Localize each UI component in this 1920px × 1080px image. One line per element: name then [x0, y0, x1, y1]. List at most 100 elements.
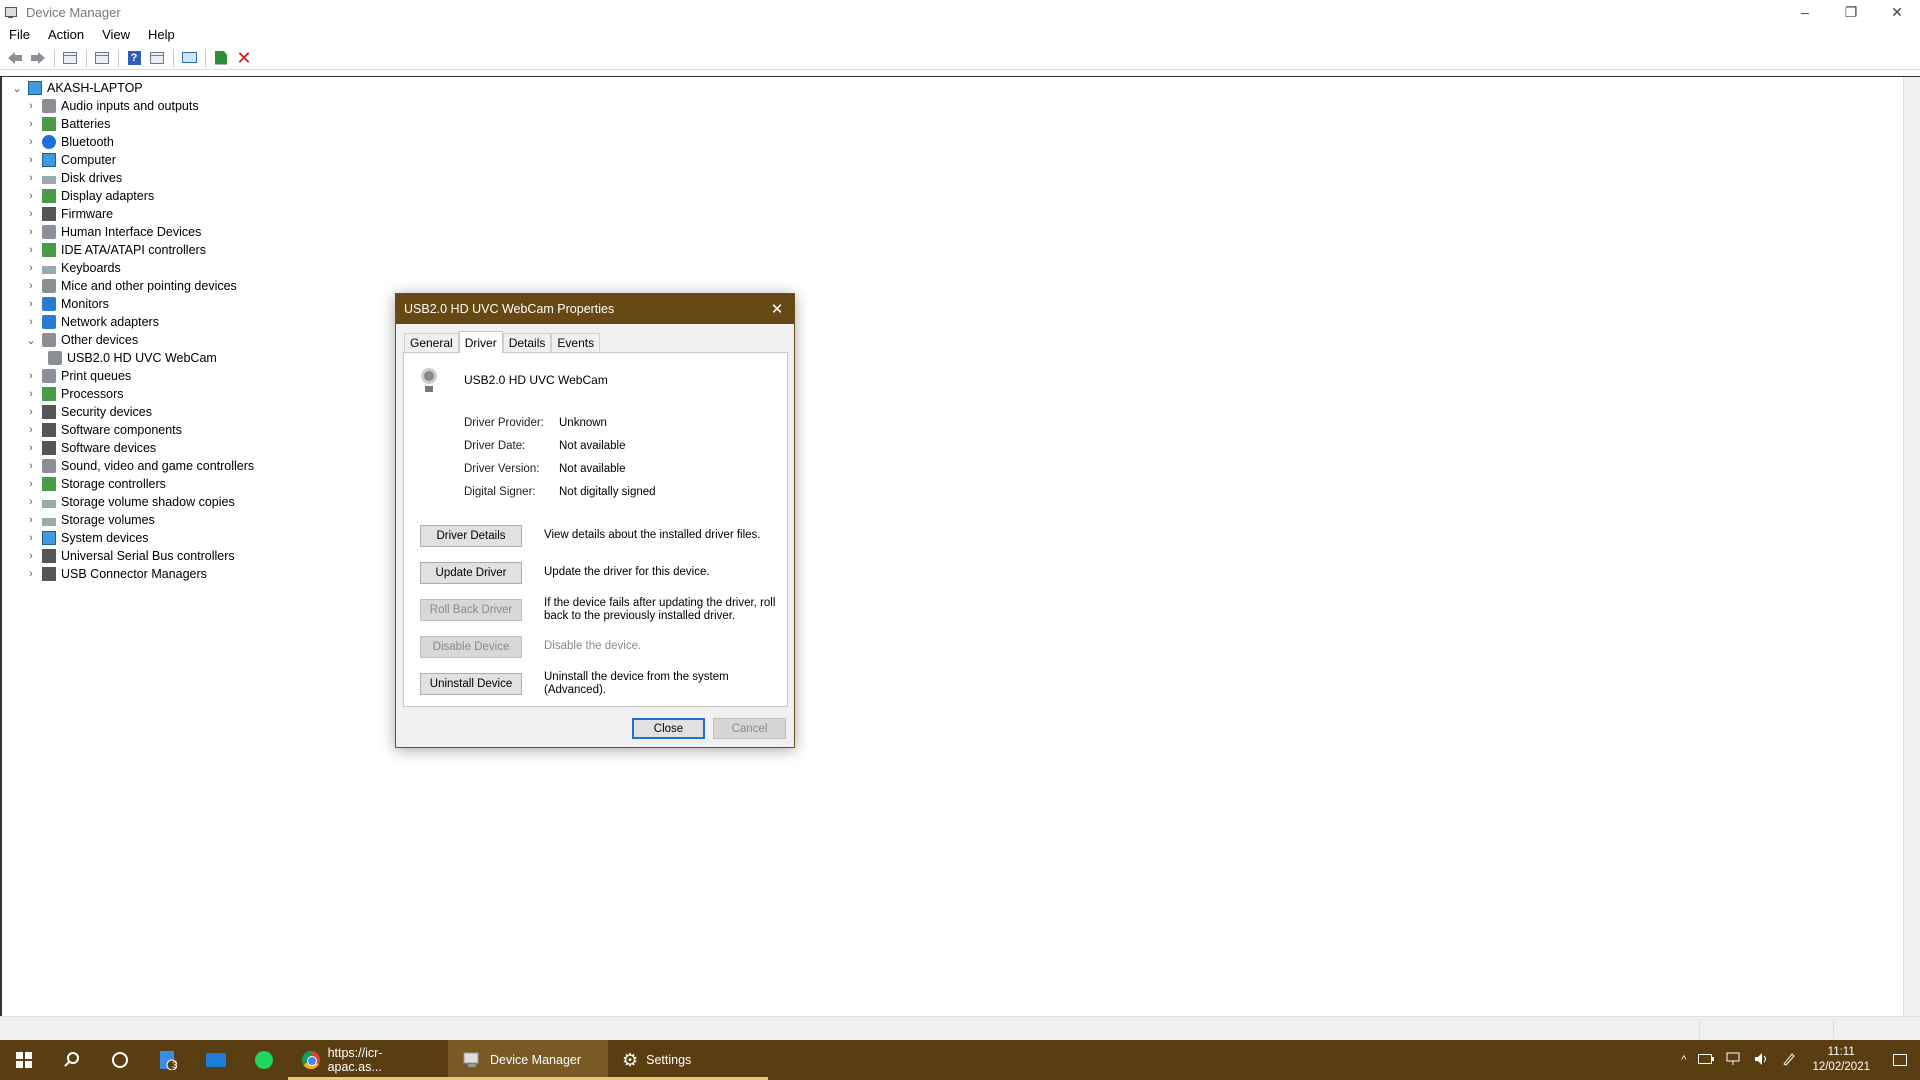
chevron-right-icon[interactable]: ›	[24, 208, 38, 220]
action-pane-button[interactable]	[146, 47, 168, 69]
scan-hardware-button[interactable]	[178, 47, 200, 69]
chevron-right-icon[interactable]: ›	[24, 514, 38, 526]
chevron-down-icon[interactable]: ⌄	[10, 82, 24, 95]
dialog-close-icon[interactable]: ✕	[760, 294, 794, 324]
chevron-right-icon[interactable]: ›	[24, 118, 38, 130]
chevron-right-icon[interactable]: ›	[24, 388, 38, 400]
tab-general[interactable]: General	[404, 333, 459, 352]
start-button[interactable]	[0, 1040, 48, 1080]
tree-category[interactable]: › Bluetooth	[10, 133, 254, 151]
tree-category[interactable]: › Keyboards	[10, 259, 254, 277]
menu-file[interactable]: File	[0, 27, 39, 42]
tree-category[interactable]: › Storage volumes	[10, 511, 254, 529]
tree-child-item[interactable]: USB2.0 HD UVC WebCam	[10, 349, 254, 367]
tree-category[interactable]: › Universal Serial Bus controllers	[10, 547, 254, 565]
chevron-right-icon[interactable]: ›	[24, 172, 38, 184]
chevron-right-icon[interactable]: ›	[24, 316, 38, 328]
chevron-right-icon[interactable]: ›	[24, 550, 38, 562]
restore-button[interactable]: ❐	[1828, 0, 1874, 24]
tree-category[interactable]: › Network adapters	[10, 313, 254, 331]
taskbar-app-store[interactable]: 3	[144, 1040, 192, 1080]
chevron-right-icon[interactable]: ›	[24, 100, 38, 112]
tree-category[interactable]: › USB Connector Managers	[10, 565, 254, 583]
tree-category[interactable]: › Print queues	[10, 367, 254, 385]
add-driver-button[interactable]	[210, 47, 232, 69]
chevron-right-icon[interactable]: ›	[24, 244, 38, 256]
chevron-right-icon[interactable]: ›	[24, 442, 38, 454]
chevron-right-icon[interactable]: ›	[24, 136, 38, 148]
action-center-button[interactable]	[1880, 1040, 1920, 1080]
close-button[interactable]: Close	[632, 718, 705, 739]
tree-category[interactable]: › Software components	[10, 421, 254, 439]
forward-button[interactable]	[27, 47, 49, 69]
taskbar-settings[interactable]: ⚙ Settings	[608, 1040, 768, 1080]
vertical-scrollbar[interactable]	[1903, 77, 1920, 1017]
chevron-right-icon[interactable]: ›	[24, 190, 38, 202]
minimize-button[interactable]: –	[1782, 0, 1828, 24]
chevron-right-icon[interactable]: ›	[24, 298, 38, 310]
tree-category[interactable]: › Mice and other pointing devices	[10, 277, 254, 295]
pen-tray-icon[interactable]	[1776, 1052, 1802, 1069]
tree-category[interactable]: › Audio inputs and outputs	[10, 97, 254, 115]
tab-driver[interactable]: Driver	[458, 331, 503, 353]
tree-category[interactable]: › System devices	[10, 529, 254, 547]
chevron-right-icon[interactable]: ›	[24, 280, 38, 292]
chevron-right-icon[interactable]: ›	[24, 154, 38, 166]
taskbar-device-manager[interactable]: Device Manager	[448, 1040, 608, 1080]
tab-details[interactable]: Details	[502, 333, 552, 352]
roll-back-driver-button[interactable]: Roll Back Driver	[420, 598, 522, 621]
volume-tray-icon[interactable]	[1748, 1052, 1776, 1069]
chevron-right-icon[interactable]: ›	[24, 406, 38, 418]
chevron-right-icon[interactable]: ›	[24, 478, 38, 490]
tree-category[interactable]: › Sound, video and game controllers	[10, 457, 254, 475]
uninstall-device-button[interactable]: Uninstall Device	[420, 672, 522, 695]
taskbar-spotify[interactable]	[240, 1040, 288, 1080]
close-window-button[interactable]: ✕	[1874, 0, 1920, 24]
help-button[interactable]: ?	[123, 47, 145, 69]
show-hide-console-tree-button[interactable]	[59, 47, 81, 69]
back-button[interactable]	[4, 47, 26, 69]
chevron-down-icon[interactable]: ⌄	[24, 334, 38, 347]
tree-category[interactable]: › IDE ATA/ATAPI controllers	[10, 241, 254, 259]
clock[interactable]: 11:11 12/02/2021	[1802, 1045, 1880, 1075]
search-button[interactable]	[48, 1040, 96, 1080]
chevron-right-icon[interactable]: ›	[24, 424, 38, 436]
chevron-right-icon[interactable]: ›	[24, 262, 38, 274]
chevron-right-icon[interactable]: ›	[24, 532, 38, 544]
chevron-right-icon[interactable]: ›	[24, 568, 38, 580]
disable-device-button[interactable]: Disable Device	[420, 635, 522, 658]
tree-category[interactable]: › Storage volume shadow copies	[10, 493, 254, 511]
menu-view[interactable]: View	[93, 27, 139, 42]
chevron-right-icon[interactable]: ›	[24, 226, 38, 238]
menu-action[interactable]: Action	[39, 27, 93, 42]
taskbar-mail[interactable]	[192, 1040, 240, 1080]
tree-category[interactable]: › Monitors	[10, 295, 254, 313]
tree-category[interactable]: › Batteries	[10, 115, 254, 133]
tree-category[interactable]: › Software devices	[10, 439, 254, 457]
driver-details-button[interactable]: Driver Details	[420, 524, 522, 547]
network-tray-icon[interactable]	[1720, 1052, 1748, 1069]
tree-category[interactable]: › Disk drives	[10, 169, 254, 187]
tree-category[interactable]: ⌄ Other devices	[10, 331, 254, 349]
chevron-right-icon[interactable]: ›	[24, 460, 38, 472]
cancel-button[interactable]: Cancel	[713, 718, 786, 739]
tree-category[interactable]: › Human Interface Devices	[10, 223, 254, 241]
tree-category[interactable]: › Firmware	[10, 205, 254, 223]
update-driver-button[interactable]: Update Driver	[420, 561, 522, 584]
tree-category[interactable]: › Display adapters	[10, 187, 254, 205]
tree-category[interactable]: › Computer	[10, 151, 254, 169]
chevron-right-icon[interactable]: ›	[24, 496, 38, 508]
taskbar-chrome[interactable]: https://icr-apac.as...	[288, 1040, 448, 1080]
uninstall-device-toolbar-button[interactable]: ✕	[233, 47, 255, 69]
menu-help[interactable]: Help	[139, 27, 184, 42]
tree-category[interactable]: › Storage controllers	[10, 475, 254, 493]
tray-chevron-up-icon[interactable]: ^	[1675, 1054, 1692, 1066]
properties-button[interactable]	[91, 47, 113, 69]
chevron-right-icon[interactable]: ›	[24, 370, 38, 382]
tab-events[interactable]: Events	[551, 333, 601, 352]
tree-category[interactable]: › Security devices	[10, 403, 254, 421]
cortana-button[interactable]	[96, 1040, 144, 1080]
tree-category[interactable]: › Processors	[10, 385, 254, 403]
battery-tray-icon[interactable]	[1692, 1053, 1720, 1067]
tree-root[interactable]: ⌄ AKASH-LAPTOP	[10, 79, 254, 97]
